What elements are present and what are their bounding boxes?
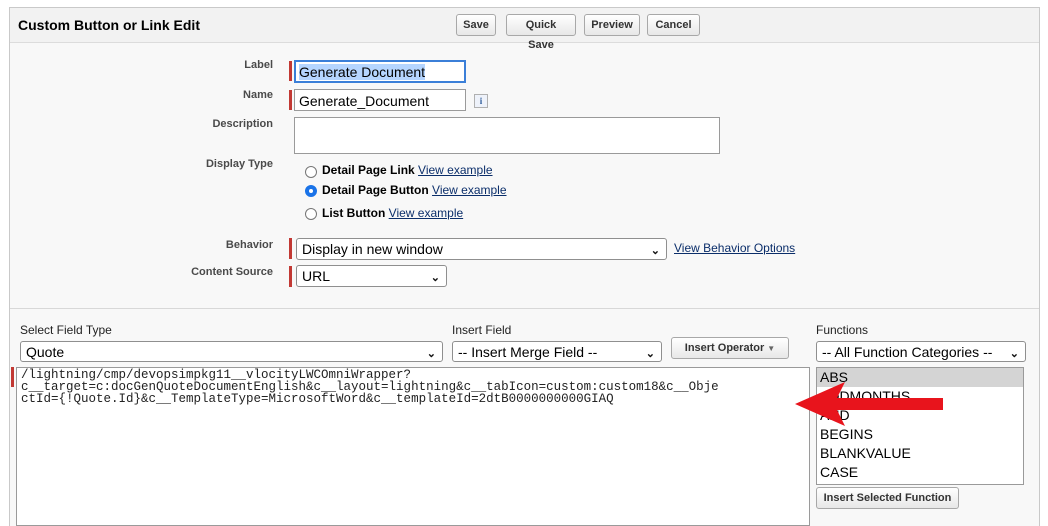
insert-selected-function-button[interactable]: Insert Selected Function (816, 487, 959, 509)
required-indicator (289, 61, 292, 81)
behavior-select[interactable]: Display in new window ⌄ (296, 238, 667, 260)
page-title: Custom Button or Link Edit (18, 17, 200, 33)
insert-merge-field-select[interactable]: -- Insert Merge Field -- ⌄ (452, 341, 662, 362)
view-example-link[interactable]: View example (389, 206, 463, 220)
section-divider (10, 308, 1039, 309)
required-indicator (289, 90, 292, 110)
info-icon[interactable]: i (474, 94, 488, 108)
required-indicator (289, 266, 292, 287)
function-option[interactable]: CASE (817, 463, 1023, 482)
chevron-down-icon: ⌄ (650, 245, 660, 257)
label-input-value: Generate Document (299, 64, 426, 80)
behavior-field-label: Behavior (225, 239, 273, 251)
caret-down-icon: ▼ (767, 344, 776, 353)
detail-page-button-option: Detail Page Button View example (322, 183, 507, 197)
chevron-down-icon: ⌄ (645, 348, 655, 360)
list-button-radio[interactable] (305, 208, 317, 220)
view-example-link[interactable]: View example (418, 163, 492, 177)
formula-textarea[interactable]: /lightning/cmp/devopsimpkg11__vlocityLWC… (16, 367, 810, 526)
detail-page-button-radio[interactable] (305, 185, 317, 197)
detail-page-link-label: Detail Page Link (322, 163, 415, 177)
save-button[interactable]: Save (456, 14, 496, 36)
detail-page-link-option: Detail Page Link View example (322, 163, 493, 177)
insert-operator-label: Insert Operator (684, 342, 765, 354)
red-arrow-annotation (795, 382, 943, 426)
function-categories-select[interactable]: -- All Function Categories -- ⌄ (816, 341, 1026, 362)
name-input[interactable]: Generate_Document (294, 89, 466, 111)
chevron-down-icon: ⌄ (1009, 348, 1019, 360)
function-categories-value: -- All Function Categories -- (822, 344, 993, 360)
preview-button[interactable]: Preview (584, 14, 640, 36)
required-indicator (11, 367, 14, 387)
select-field-type-value: Quote (26, 344, 65, 360)
function-option[interactable]: BLANKVALUE (817, 444, 1023, 463)
quick-save-button[interactable]: Quick Save (506, 14, 576, 51)
view-example-link[interactable]: View example (432, 183, 506, 197)
list-button-option: List Button View example (322, 206, 463, 220)
behavior-select-value: Display in new window (302, 241, 443, 257)
view-behavior-options-link[interactable]: View Behavior Options (674, 241, 795, 255)
select-field-type-select[interactable]: Quote ⌄ (20, 341, 443, 362)
edit-panel: Custom Button or Link Edit Save Quick Sa… (9, 7, 1040, 526)
display-type-field-label: Display Type (205, 158, 273, 170)
content-source-field-label: Content Source (191, 266, 273, 278)
insert-operator-button[interactable]: Insert Operator ▼ (671, 337, 789, 359)
required-indicator (289, 238, 292, 259)
select-field-type-label: Select Field Type (20, 323, 112, 337)
detail-page-link-radio[interactable] (305, 166, 317, 178)
cancel-button[interactable]: Cancel (647, 14, 700, 36)
label-input[interactable]: Generate Document (294, 60, 466, 83)
insert-field-label: Insert Field (452, 323, 512, 337)
content-source-select-value: URL (302, 268, 331, 284)
arrow-left-icon (795, 382, 943, 426)
content-source-select[interactable]: URL ⌄ (296, 265, 447, 287)
label-field-label: Label (244, 59, 273, 71)
insert-merge-field-value: -- Insert Merge Field -- (458, 344, 598, 360)
description-textarea[interactable] (294, 117, 720, 154)
page-header: Custom Button or Link Edit Save Quick Sa… (10, 8, 1039, 51)
list-button-label: List Button (322, 206, 386, 220)
functions-label: Functions (816, 323, 869, 337)
detail-page-button-label: Detail Page Button (322, 183, 429, 197)
chevron-down-icon: ⌄ (426, 348, 436, 360)
chevron-down-icon: ⌄ (430, 272, 440, 284)
name-field-label: Name (243, 89, 273, 101)
description-field-label: Description (212, 118, 273, 130)
